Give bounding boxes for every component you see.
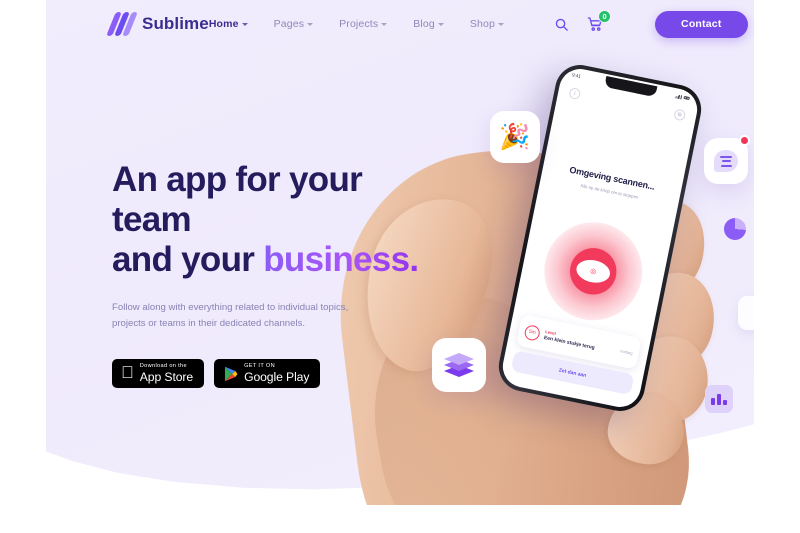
- nav-tools: 0: [554, 10, 612, 32]
- chat-bubble-card[interactable]: [704, 135, 750, 184]
- chevron-down-icon: [381, 22, 388, 26]
- party-popper-icon: 🎉: [490, 111, 540, 163]
- chevron-down-icon: [307, 22, 314, 26]
- info-icon[interactable]: i: [568, 87, 582, 101]
- sublime-slash-logo-icon: [106, 11, 138, 37]
- hero-copy: An app for your team and your business. …: [112, 160, 442, 389]
- nav-label: Projects: [339, 18, 379, 30]
- google-play-icon: [223, 366, 238, 382]
- nav-item-projects[interactable]: Projects: [339, 18, 388, 30]
- notification-dot-icon: [739, 135, 750, 146]
- nav-label: Home: [208, 18, 239, 30]
- distance-ring-icon: 5m: [523, 323, 542, 342]
- apple-icon: : [121, 364, 134, 381]
- google-play-button[interactable]: GET IT ON Google Play: [214, 359, 321, 389]
- nav-label: Pages: [273, 18, 305, 30]
- chevron-down-icon: [437, 22, 444, 26]
- headline-accent: business.: [263, 239, 419, 279]
- app-store-badges:  Download on the App Store GET IT O: [112, 359, 442, 389]
- search-icon[interactable]: [554, 17, 569, 32]
- status-time: 9:41: [571, 72, 582, 79]
- headline-line-1: An app for your team: [112, 160, 363, 239]
- nav-label: Blog: [413, 18, 435, 30]
- cart-count-badge: 0: [598, 10, 612, 23]
- pie-chart-icon: [724, 218, 746, 240]
- phone-notch: [604, 76, 658, 98]
- nav-item-shop[interactable]: Shop: [469, 18, 505, 30]
- chevron-down-icon: [241, 22, 248, 26]
- nav-label: Shop: [469, 18, 496, 30]
- nav-item-blog[interactable]: Blog: [413, 18, 444, 30]
- google-play-label: Google Play: [231, 370, 309, 385]
- contact-button[interactable]: Contact: [655, 10, 748, 38]
- main-menu: Home Pages Projects Blog Shop 0 Contact: [209, 10, 748, 38]
- settings-icon[interactable]: ⚙: [673, 108, 687, 122]
- app-store-button[interactable]:  Download on the App Store: [112, 359, 205, 389]
- subcopy-line-1: Follow along with everything related to …: [112, 301, 349, 313]
- page-title: An app for your team and your business.: [112, 160, 442, 280]
- scan-target-icon: ◎: [574, 257, 613, 286]
- signal-icon: [675, 94, 683, 99]
- chat-bubble-icon: [714, 150, 738, 172]
- brand-name: Sublime: [142, 14, 209, 33]
- app-store-label: App Store: [127, 370, 193, 385]
- party-popper-glyph: 🎉: [499, 122, 531, 151]
- brand-logo[interactable]: Sublime: [106, 11, 209, 37]
- headline-line-2: and your: [112, 239, 264, 279]
- layers-stack-icon: [444, 352, 474, 378]
- hero-screenshot: 9:41 i ⚙ Omgeving scannen... Klik op de …: [0, 0, 800, 533]
- google-play-tagline: GET IT ON: [231, 363, 275, 370]
- chevron-down-icon: [498, 22, 505, 26]
- shopping-cart-icon[interactable]: 0: [587, 10, 612, 32]
- top-navigation-bar: Sublime Home Pages Projects Blog Shop 0 …: [0, 0, 800, 48]
- subcopy-line-2: projects or teams in their dedicated cha…: [112, 317, 306, 329]
- bar-chart-icon: [705, 385, 733, 413]
- nav-item-pages[interactable]: Pages: [274, 18, 314, 30]
- notification-time: Vorbeg: [619, 347, 634, 356]
- edge-pill-decoration: [738, 296, 754, 330]
- nav-item-home[interactable]: Home: [209, 18, 248, 30]
- battery-icon: [683, 95, 690, 101]
- scan-pulse-graphic[interactable]: ◎: [535, 213, 652, 330]
- hero-subcopy: Follow along with everything related to …: [112, 300, 357, 332]
- app-store-tagline: Download on the: [127, 363, 187, 370]
